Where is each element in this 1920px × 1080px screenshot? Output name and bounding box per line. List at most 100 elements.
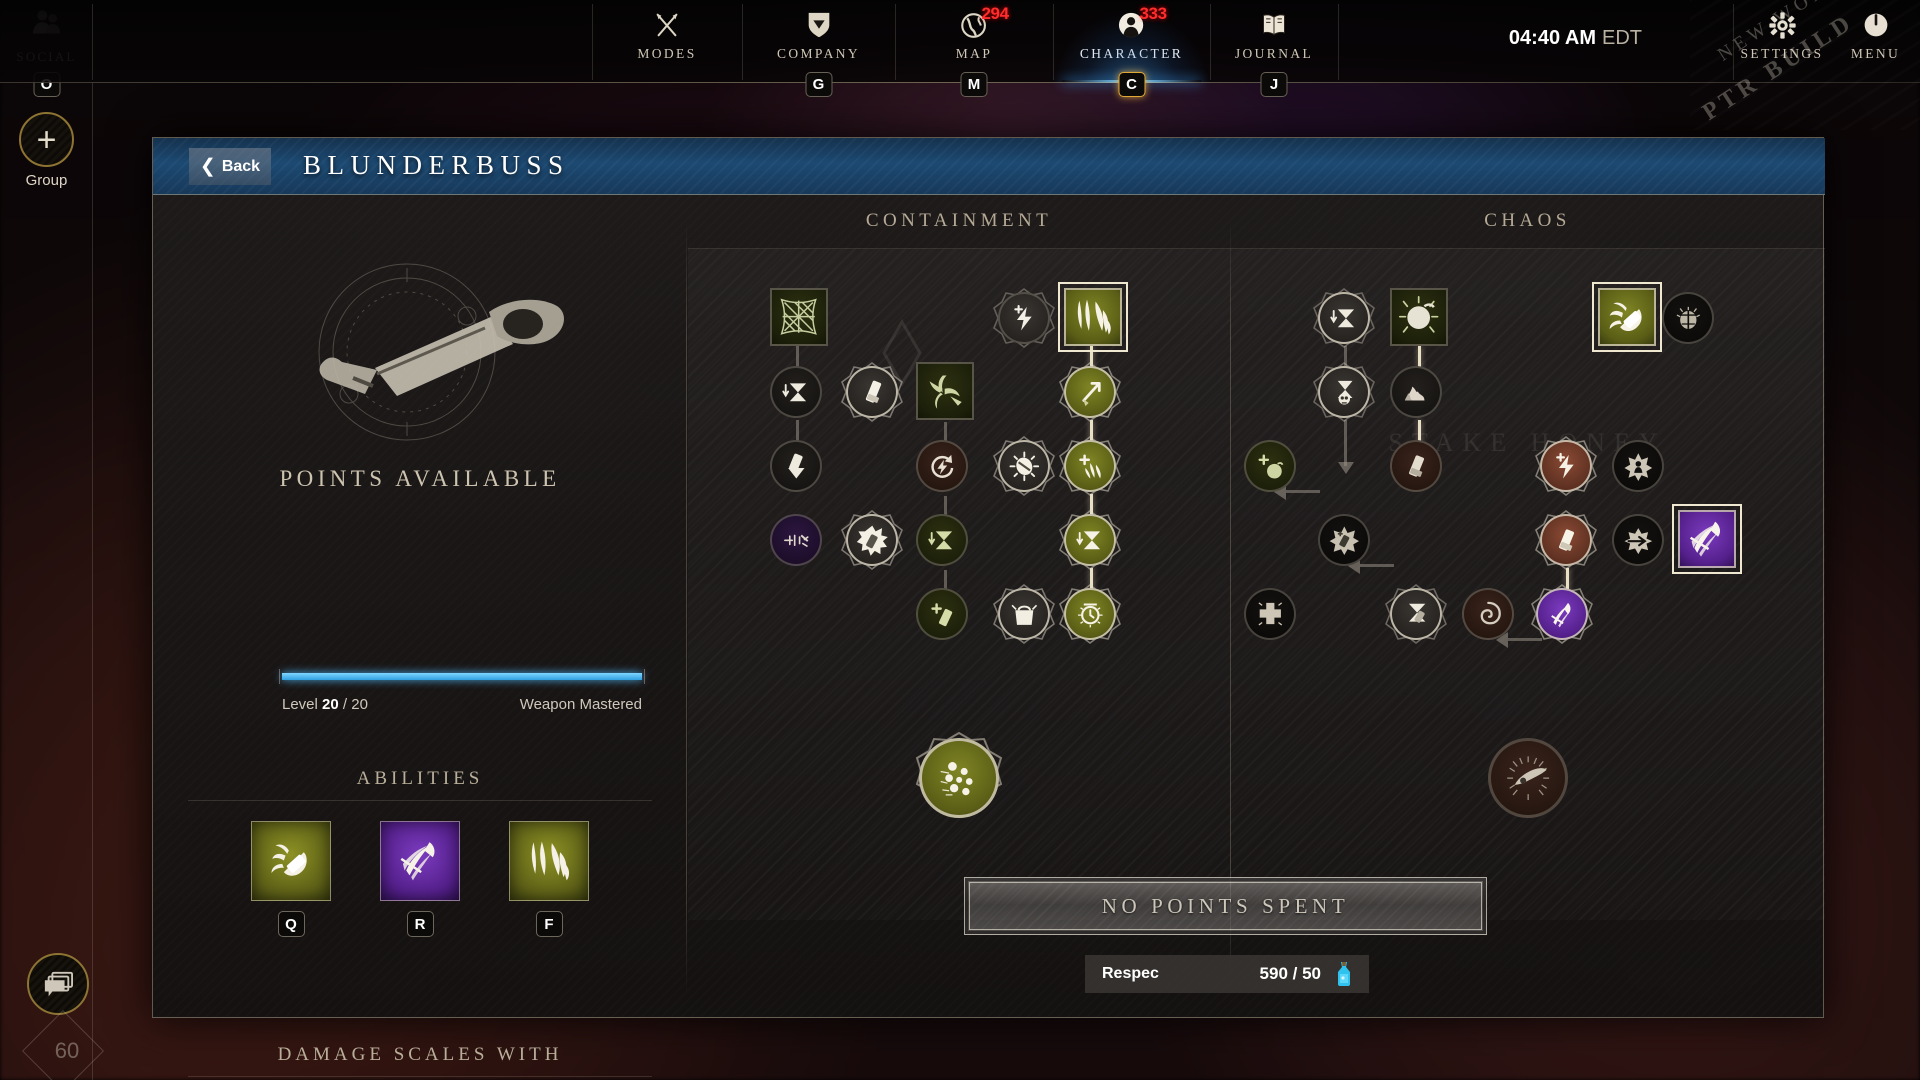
nav-label-menu: MENU (1850, 46, 1901, 61)
ability-key-f: F (535, 911, 563, 937)
clock-timezone: EDT (1602, 27, 1642, 49)
nav-item-company[interactable]: COMPANY G (742, 0, 895, 97)
nav-label-modes: MODES (637, 46, 697, 61)
crit-burst-icon (1329, 526, 1359, 555)
capstone-containment-mastery[interactable] (915, 731, 1003, 818)
flame-icon (1404, 386, 1425, 401)
nav-item-journal[interactable]: JOURNAL J (1210, 0, 1338, 97)
skill-node-pierce[interactable] (1612, 514, 1664, 566)
skill-node-plus-bomb[interactable] (1244, 440, 1296, 492)
skill-node-crit-boost[interactable] (1318, 514, 1370, 566)
abilities-row: Q R F (153, 821, 687, 941)
nav-badge-character: 333 (1139, 4, 1168, 23)
skill-node-reload-speed-chaos[interactable] (1535, 510, 1597, 570)
skill-tree-title-chaos: CHAOS (1484, 210, 1571, 231)
capstone-chaos-mastery[interactable] (1488, 738, 1568, 818)
nav-label-settings: SETTINGS (1740, 46, 1824, 61)
pellets-icon (940, 761, 973, 796)
skill-node-shell-impact[interactable] (841, 510, 903, 570)
skill-node-net-dot[interactable] (1531, 584, 1593, 644)
level-row: Level 20 / 20 Weapon Mastered (282, 696, 642, 718)
group-add-button[interactable]: + (19, 112, 74, 167)
skill-node-net-shot-containment[interactable] (770, 288, 828, 346)
nav-item-settings[interactable]: SETTINGS (1733, 0, 1831, 83)
chat-button[interactable] (27, 953, 89, 1015)
ability-slot-r: R (380, 821, 460, 941)
ability-icon-spread-shot[interactable] (509, 821, 589, 901)
chevron-left-icon: ❮ (199, 156, 216, 177)
skill-node-mortar-ability[interactable] (1058, 282, 1128, 352)
ability-icon-net-shot[interactable] (380, 821, 460, 901)
crossed-swords-icon (652, 9, 682, 41)
reload-lightning-icon (931, 454, 954, 478)
hourglass-down-icon (1076, 531, 1100, 549)
skill-node-health-cross[interactable] (1244, 588, 1296, 640)
pouch-icon (1011, 604, 1037, 625)
clock-icon (1077, 603, 1103, 628)
skill-node-reload-lightning[interactable] (916, 440, 968, 492)
respec-button[interactable]: Respec 590 / 50 (1085, 955, 1369, 993)
book-icon (1260, 9, 1288, 41)
skill-node-empower-lightning[interactable] (1535, 436, 1597, 496)
scarab-icon (1676, 306, 1700, 329)
nav-item-menu[interactable]: MENU (1831, 0, 1920, 83)
skill-node-vortex[interactable] (1462, 588, 1514, 640)
skill-node-claw-shot-chaos[interactable] (1592, 282, 1662, 352)
skill-node-shell-chaos[interactable] (1390, 440, 1442, 492)
skill-node-cooldown-reduce-2[interactable] (916, 514, 968, 566)
skill-node-shell-drop[interactable] (770, 440, 822, 492)
shell-reload-icon (1558, 529, 1574, 551)
skill-node-reload-speed-boost[interactable] (841, 362, 903, 422)
nav-key-company: G (805, 72, 832, 97)
skill-node-skull-hourglass[interactable] (1313, 362, 1375, 422)
skill-node-fire-burst[interactable] (1390, 366, 1442, 418)
plus-spread-icon (1078, 454, 1101, 479)
skill-node-grenade-burst[interactable] (993, 436, 1055, 496)
skill-node-cooldown-reduce-1[interactable] (770, 366, 822, 418)
skill-node-clock-bonus[interactable] (1059, 584, 1121, 644)
skill-node-hourglass-shell[interactable] (1385, 584, 1447, 644)
abilities-header: ABILITIES (356, 768, 484, 789)
skill-node-chaos-scarab[interactable] (1662, 292, 1714, 344)
nav-key-map: M (960, 72, 988, 97)
hourglass-shell-icon (1408, 603, 1425, 623)
skill-node-plus-ammo[interactable] (1059, 436, 1121, 496)
top-navigation-bar: MODES COMPANY G 294 MAP M 333 CHARACTER … (0, 0, 1920, 97)
hourglass-down-icon (782, 383, 806, 401)
skill-node-stagger-kneel[interactable] (1612, 440, 1664, 492)
nav-item-modes[interactable]: MODES (592, 0, 742, 83)
ability-key-r: R (406, 911, 434, 937)
skill-node-chaos-cooldown[interactable] (1313, 288, 1375, 348)
nav-label-character: CHARACTER (1079, 46, 1184, 61)
skill-node-net-shot-chaos[interactable] (1672, 504, 1742, 574)
skill-node-plus-reload-speed[interactable] (993, 288, 1055, 348)
skill-tree-field-chaos (1230, 248, 1825, 920)
skill-node-damage-increase[interactable] (1059, 362, 1121, 422)
skill-node-ammo-pouch[interactable] (993, 584, 1055, 644)
arrow-up-right-icon (1082, 381, 1101, 406)
shell-burst-icon (856, 525, 888, 556)
vortex-icon (1480, 601, 1501, 625)
scatter-pellets-icon (783, 534, 809, 547)
level-label: Level (282, 696, 318, 713)
skull-hourglass-icon (1337, 380, 1353, 405)
skill-node-pellet-scatter[interactable] (770, 514, 822, 566)
skill-node-plus-shell[interactable] (916, 588, 968, 640)
back-button[interactable]: ❮ Back (189, 148, 271, 185)
nav-item-map[interactable]: 294 MAP M (895, 0, 1053, 97)
nav-label-journal: JOURNAL (1234, 46, 1314, 61)
plus-bomb-icon (1258, 454, 1284, 479)
skill-node-splash-ability[interactable] (1390, 288, 1448, 346)
burst-bomb-icon (1399, 296, 1439, 333)
mastery-status: Weapon Mastered (519, 696, 642, 713)
nav-item-character[interactable]: 333 CHARACTER C (1053, 0, 1210, 97)
points-available-label: POINTS AVAILABLE (279, 466, 561, 491)
shell-reload-icon (865, 380, 881, 403)
ability-slot-q: Q (251, 821, 331, 941)
health-cross-icon (1258, 602, 1282, 626)
back-button-label: Back (221, 157, 261, 175)
skill-node-extend-duration[interactable] (1059, 510, 1121, 570)
skill-node-shuriken-spread[interactable] (916, 362, 974, 420)
level-text: Level 20 / 20 (282, 696, 368, 713)
ability-icon-claw-shot[interactable] (251, 821, 331, 901)
